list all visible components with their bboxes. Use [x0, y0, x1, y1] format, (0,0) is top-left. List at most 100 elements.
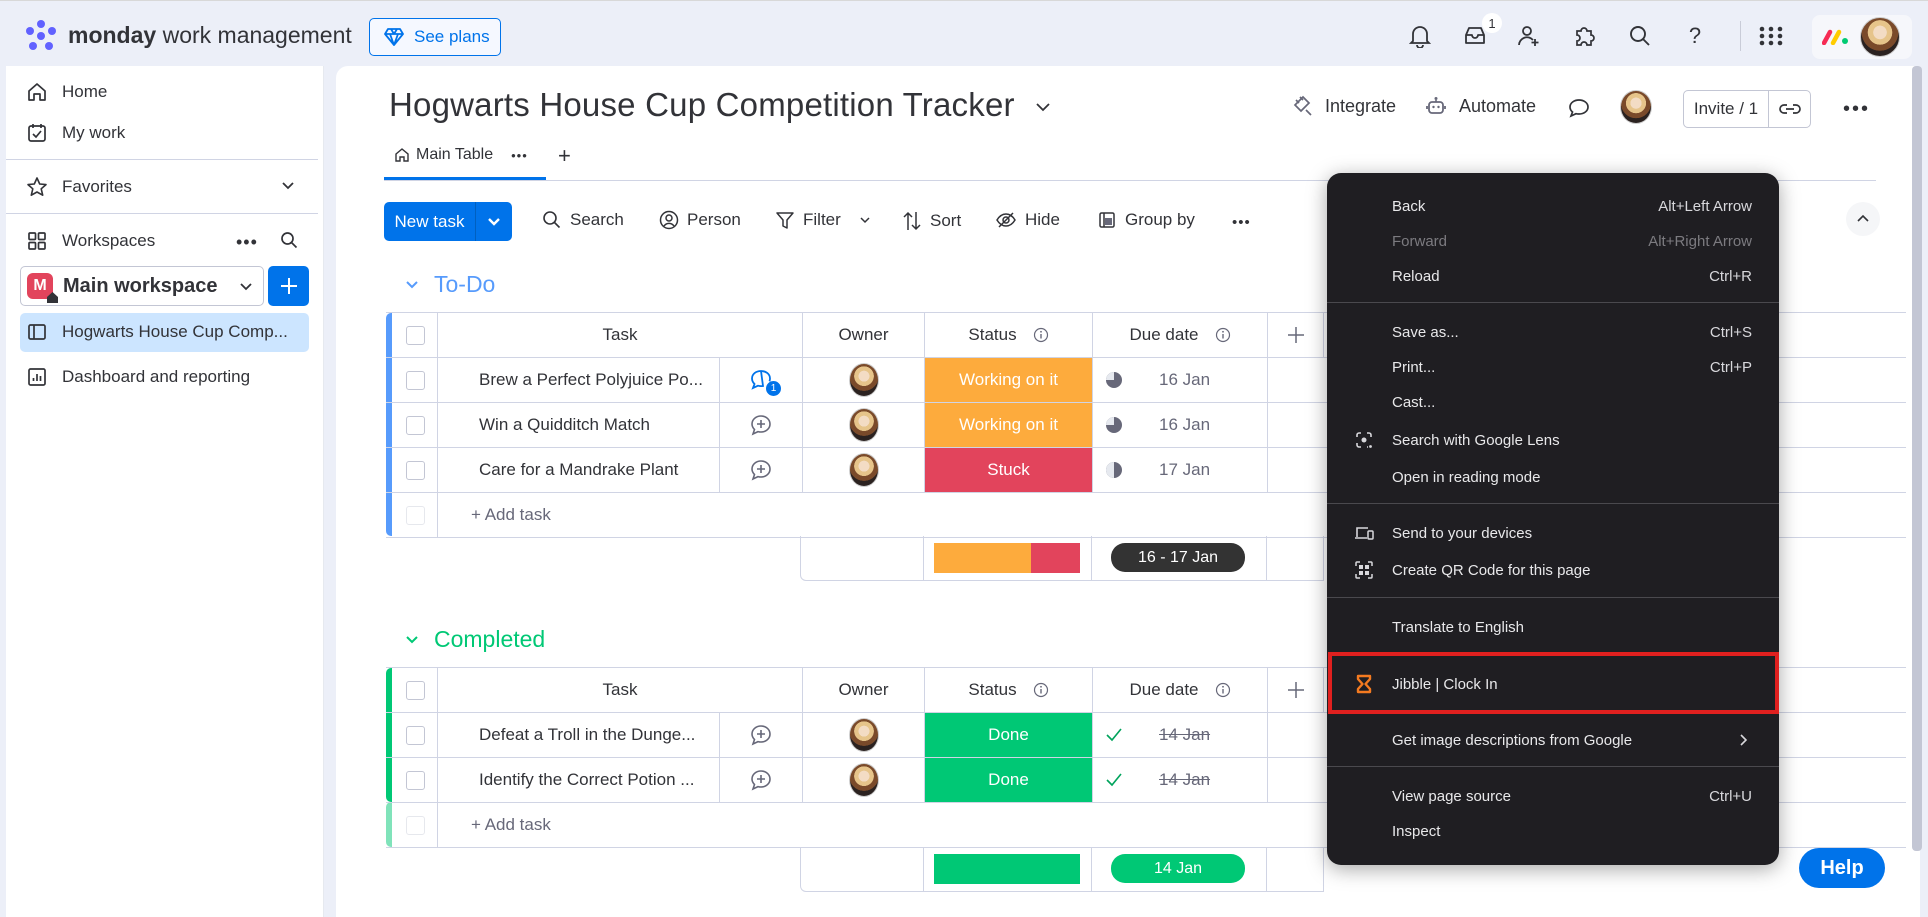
info-icon[interactable] [1215, 327, 1231, 343]
workspace-selector[interactable]: M Main workspace [20, 266, 264, 306]
add-update-icon[interactable] [749, 723, 773, 747]
select-all-cell[interactable] [394, 313, 438, 357]
menu-item-image-descriptions[interactable]: Get image descriptions from Google [1327, 723, 1779, 757]
info-icon[interactable] [1033, 327, 1049, 343]
new-task-dropdown-icon[interactable] [476, 202, 512, 241]
task-name[interactable]: Win a Quidditch Match [438, 403, 720, 447]
board-more-icon[interactable]: ••• [1843, 98, 1870, 121]
menu-item-back[interactable]: Back Alt+Left Arrow [1327, 189, 1779, 223]
updates-chat-icon[interactable] [1567, 97, 1591, 119]
menu-item-send-to-devices[interactable]: Send to your devices [1327, 516, 1779, 550]
add-update-icon[interactable] [749, 458, 773, 482]
search-button[interactable]: Search [542, 210, 624, 230]
add-update-icon[interactable] [749, 768, 773, 792]
row-checkbox[interactable] [406, 460, 425, 480]
add-view-button[interactable]: + [558, 143, 571, 169]
copy-link-icon[interactable] [1769, 91, 1810, 127]
chevron-down-icon[interactable] [404, 279, 420, 291]
status-cell[interactable]: Done [925, 758, 1093, 802]
due-date-range-pill[interactable]: 14 Jan [1111, 854, 1245, 883]
row-select-cell[interactable] [394, 403, 438, 447]
group-header-todo[interactable]: To-Do [404, 271, 495, 298]
sidebar-item-home[interactable]: Home [20, 74, 310, 110]
filter-button[interactable]: Filter [775, 210, 871, 230]
menu-item-inspect[interactable]: Inspect [1327, 814, 1779, 848]
page-scrollbar[interactable] [1912, 66, 1922, 851]
menu-item-google-lens[interactable]: Search with Google Lens [1327, 423, 1779, 457]
menu-item-reload[interactable]: Reload Ctrl+R [1327, 259, 1779, 293]
board-member-avatar[interactable] [1620, 90, 1652, 124]
add-column-button[interactable] [1268, 313, 1324, 357]
due-date-cell[interactable]: 16 Jan [1093, 358, 1268, 402]
status-cell[interactable]: Working on it [925, 358, 1093, 402]
menu-item-save-as[interactable]: Save as... Ctrl+S [1327, 315, 1779, 349]
due-date-cell[interactable]: 14 Jan [1093, 758, 1268, 802]
task-name[interactable]: Defeat a Troll in the Dunge... [438, 713, 720, 757]
sort-button[interactable]: Sort [902, 210, 961, 232]
owner-avatar[interactable] [848, 718, 879, 752]
apps-puzzle-icon[interactable] [1570, 21, 1600, 51]
column-header-owner[interactable]: Owner [803, 668, 925, 712]
status-distribution-bar[interactable] [934, 854, 1080, 884]
sidebar-board-item[interactable]: Dashboard and reporting [20, 359, 310, 395]
workspaces-more-icon[interactable]: ••• [236, 232, 258, 253]
updates-cell[interactable] [720, 403, 803, 447]
row-checkbox[interactable] [406, 770, 425, 790]
search-icon[interactable] [1625, 21, 1655, 51]
help-icon[interactable]: ? [1680, 21, 1710, 51]
owner-avatar[interactable] [848, 408, 879, 442]
task-name[interactable]: Identify the Correct Potion ... [438, 758, 720, 802]
select-all-checkbox[interactable] [406, 325, 425, 345]
row-select-cell[interactable] [394, 758, 438, 802]
column-header-owner[interactable]: Owner [803, 313, 925, 357]
toolbar-more-icon[interactable]: ••• [1232, 214, 1251, 231]
group-header-completed[interactable]: Completed [404, 626, 545, 653]
menu-item-print[interactable]: Print... Ctrl+P [1327, 350, 1779, 384]
menu-item-translate[interactable]: Translate to English [1327, 610, 1779, 644]
sidebar-board-item[interactable]: Hogwarts House Cup Comp... [20, 314, 310, 350]
status-distribution-bar[interactable] [934, 543, 1080, 573]
menu-item-qr-code[interactable]: Create QR Code for this page [1327, 553, 1779, 587]
chevron-down-icon[interactable] [1034, 100, 1052, 114]
due-date-range-pill[interactable]: 16 - 17 Jan [1111, 543, 1245, 572]
column-header-due-date[interactable]: Due date [1093, 668, 1268, 712]
status-cell[interactable]: Done [925, 713, 1093, 757]
add-task-input[interactable]: + Add task [438, 803, 1438, 847]
updates-cell[interactable] [720, 758, 803, 802]
select-all-cell[interactable] [394, 668, 438, 712]
hide-button[interactable]: Hide [995, 210, 1060, 230]
tab-main-table[interactable]: Main Table ••• [394, 146, 528, 164]
row-checkbox[interactable] [406, 725, 425, 745]
app-grid-icon[interactable] [1756, 21, 1786, 51]
owner-cell[interactable] [803, 403, 925, 447]
new-task-button[interactable]: New task [384, 202, 512, 241]
automate-button[interactable]: Automate [1425, 95, 1536, 117]
sidebar-item-favorites[interactable]: Favorites [20, 169, 310, 205]
collapse-header-button[interactable] [1846, 202, 1880, 236]
account-switcher[interactable] [1812, 15, 1912, 59]
column-header-task[interactable]: Task [438, 668, 803, 712]
task-name[interactable]: Brew a Perfect Polyjuice Po... [438, 358, 720, 402]
integrate-button[interactable]: Integrate [1291, 95, 1396, 117]
chevron-down-icon[interactable] [859, 215, 871, 225]
sidebar-item-my-work[interactable]: My work [20, 115, 310, 151]
info-icon[interactable] [1033, 682, 1049, 698]
updates-cell[interactable] [720, 713, 803, 757]
owner-cell[interactable] [803, 448, 925, 492]
workspace-search-icon[interactable] [280, 231, 298, 249]
chevron-down-icon[interactable] [404, 634, 420, 646]
board-title[interactable]: Hogwarts House Cup Competition Tracker [389, 86, 1052, 124]
monday-logo-icon[interactable] [24, 19, 58, 53]
add-task-input[interactable]: + Add task [438, 493, 1438, 537]
row-select-cell[interactable] [394, 713, 438, 757]
chevron-down-icon[interactable] [281, 178, 295, 192]
sidebar-item-workspaces[interactable]: Workspaces [20, 223, 310, 259]
owner-cell[interactable] [803, 713, 925, 757]
person-filter-button[interactable]: Person [659, 210, 741, 230]
due-date-cell[interactable]: 14 Jan [1093, 713, 1268, 757]
due-date-cell[interactable]: 16 Jan [1093, 403, 1268, 447]
status-cell[interactable]: Stuck [925, 448, 1093, 492]
owner-avatar[interactable] [848, 363, 879, 397]
invite-member-icon[interactable] [1514, 21, 1544, 51]
column-header-status[interactable]: Status [925, 668, 1093, 712]
